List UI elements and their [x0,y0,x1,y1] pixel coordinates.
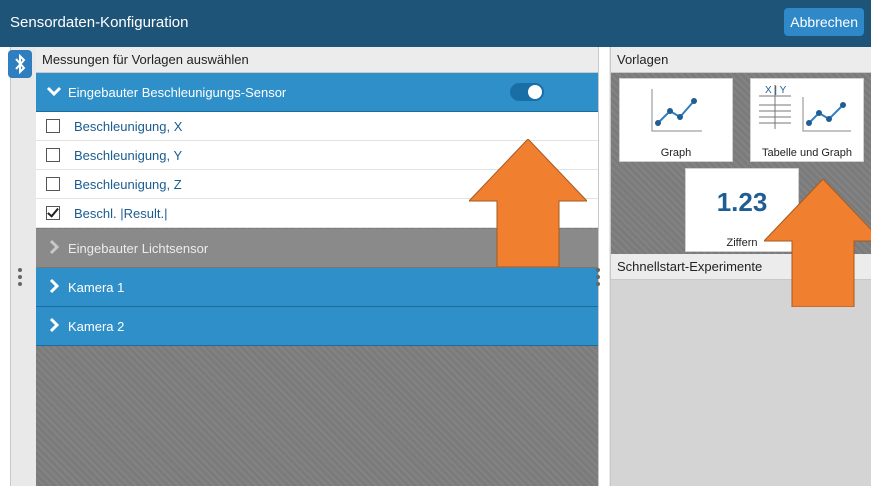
table-graph-icon: X | Y [759,85,851,132]
toggle-knob [528,85,542,99]
templates-header: Vorlagen [611,47,871,73]
sensor-group-label: Eingebauter Beschleunigungs-Sensor [68,85,287,100]
title-bar: Sensordaten-Konfiguration Abbrechen [0,0,871,47]
checkbox[interactable] [46,177,60,191]
arrow-up-icon [764,179,871,307]
sensor-group-accelerometer[interactable]: Eingebauter Beschleunigungs-Sensor [36,73,598,112]
camera1-label: Kamera 1 [68,280,125,295]
checkbox[interactable] [46,119,60,133]
cancel-button[interactable]: Abbrechen [784,8,864,36]
more-vertical-icon[interactable] [596,268,600,288]
arrow-up-icon [469,139,587,267]
panel-divider[interactable] [598,47,609,486]
chevron-right-icon [49,239,60,255]
graph-icon [651,89,702,132]
tile-label: Graph [660,147,692,159]
measurements-header: Messungen für Vorlagen auswählen [36,47,598,73]
measurement-item-x[interactable]: Beschleunigung, X [36,112,598,141]
measurement-label: Beschleunigung, Z [74,177,182,192]
template-graph-tile[interactable]: Graph [619,78,733,162]
sensor-group-camera1[interactable]: Kamera 1 [36,268,598,307]
measurement-label: Beschleunigung, Y [74,148,183,163]
more-vertical-icon[interactable] [18,268,22,288]
templates-header-label: Vorlagen [617,52,669,67]
measurements-header-label: Messungen für Vorlagen auswählen [42,52,249,67]
left-strip [0,47,11,486]
measurement-label: Beschleunigung, X [74,119,183,134]
camera2-label: Kamera 2 [68,319,125,334]
window-title: Sensordaten-Konfiguration [10,14,189,31]
chevron-right-icon [49,278,60,294]
checkbox-checked[interactable] [46,206,60,220]
sensor-group-camera2[interactable]: Kamera 2 [36,307,598,346]
chevron-right-icon [49,317,60,333]
quickstart-header-label: Schnellstart-Experimente [617,259,763,274]
bluetooth-icon[interactable] [8,50,32,78]
table-head-text: X | Y [765,85,787,96]
chevron-down-icon [46,86,62,97]
measurement-label: Beschl. |Result.| [74,206,168,221]
quickstart-list [611,280,871,486]
tile-label: Tabelle und Graph [762,147,852,159]
sensor-toggle[interactable] [510,83,544,101]
checkbox[interactable] [46,148,60,162]
light-sensor-label: Eingebauter Lichtsensor [68,241,209,256]
template-table-graph-tile[interactable]: X | Y Tabelle und Graph [750,78,864,162]
